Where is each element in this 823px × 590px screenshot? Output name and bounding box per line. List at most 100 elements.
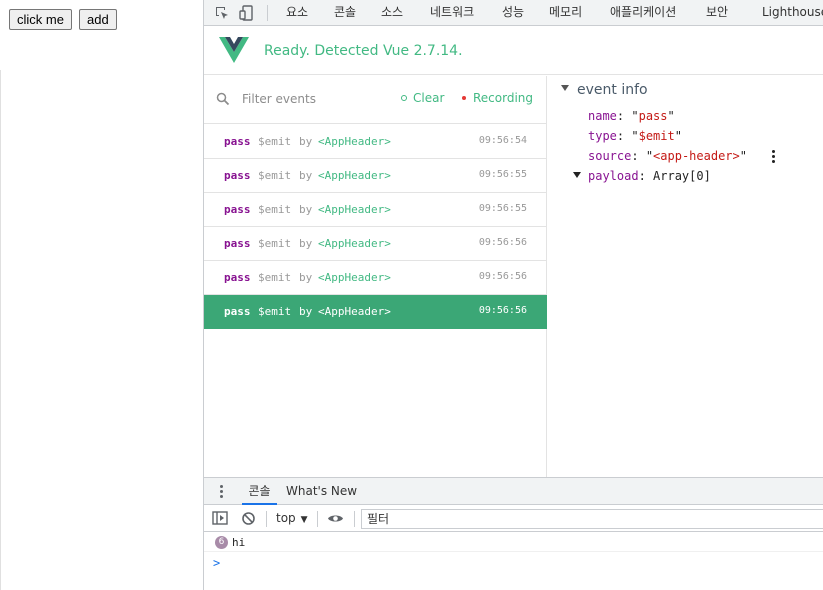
prop-name-value: pass [638, 109, 668, 123]
tab-performance[interactable]: 성능 [502, 0, 524, 26]
console-prompt-icon[interactable]: > [213, 556, 220, 570]
event-component: <AppHeader> [318, 135, 391, 148]
tab-security[interactable]: 보안 [706, 0, 728, 26]
event-name: pass [224, 305, 251, 318]
event-by: by [299, 305, 313, 318]
event-by: by [299, 237, 313, 250]
event-name: pass [224, 271, 251, 284]
tab-elements[interactable]: 요소 [286, 0, 308, 26]
event-by: by [299, 271, 313, 284]
prop-source: source: "<app-header>" [588, 149, 747, 163]
vue-logo-icon [219, 37, 249, 63]
event-component: <AppHeader> [318, 237, 391, 250]
event-time: 09:56:55 [478, 203, 527, 214]
console-toolbar: top ▼ 필터 [204, 506, 823, 532]
event-row[interactable]: pass $emit by <AppHeader> 09:56:55 [204, 159, 547, 193]
event-time: 09:56:55 [478, 169, 527, 180]
devtools-tabbar: 요소 콘솔 소스 네트워크 성능 메모리 애플리케이션 보안 Lighthous… [204, 0, 823, 26]
event-time: 09:56:56 [478, 237, 527, 248]
tab-application[interactable]: 애플리케이션 [610, 0, 676, 26]
event-type: $emit [258, 271, 292, 284]
recording-toggle[interactable]: Recording [462, 91, 533, 105]
events-pane: Clear Recording pass $emit by <AppHeader> 09… [204, 76, 547, 477]
toolbar-separator [317, 511, 318, 527]
prop-payload-value: Array[0] [653, 169, 711, 183]
prop-source-key: source [588, 149, 632, 163]
drawer-tabbar: 콘솔 What's New [204, 478, 823, 505]
event-row[interactable]: pass $emit by <AppHeader> 09:56:54 [204, 125, 547, 159]
prop-name: name: "pass" [588, 109, 675, 123]
device-toolbar-icon[interactable] [238, 4, 256, 22]
page-area: click me add [0, 0, 203, 590]
eye-icon[interactable] [327, 513, 344, 524]
repeat-count-badge: 6 [215, 536, 228, 549]
event-by: by [299, 169, 313, 182]
prop-type-value: $emit [638, 129, 675, 143]
clear-button[interactable]: Clear [401, 91, 444, 105]
event-time: 09:56:56 [478, 271, 527, 282]
console-log-text: hi [232, 536, 246, 549]
drawer-menu-icon[interactable] [220, 485, 223, 499]
prop-payload-key: payload [588, 169, 639, 183]
event-time: 09:56:54 [478, 135, 527, 146]
event-row[interactable]: pass $emit by <AppHeader> 09:56:56 [204, 227, 547, 261]
clear-label: Clear [413, 91, 445, 105]
event-time: 09:56:56 [478, 305, 527, 316]
expand-triangle-icon [561, 85, 569, 91]
clear-icon [401, 94, 407, 101]
event-component: <AppHeader> [318, 169, 391, 182]
event-info-title: event info [577, 82, 648, 98]
devtools-panel: 요소 콘솔 소스 네트워크 성능 메모리 애플리케이션 보안 Lighthous… [203, 0, 823, 590]
click-me-button[interactable]: click me [9, 9, 72, 30]
console-log-row: 6 hi [204, 533, 823, 552]
event-type: $emit [258, 237, 292, 250]
event-component: <AppHeader> [318, 271, 391, 284]
toolbar-separator [266, 511, 267, 527]
prop-name-key: name [588, 109, 617, 123]
filter-events-input[interactable] [242, 90, 392, 108]
console-filter-input[interactable]: 필터 [361, 509, 823, 529]
add-button[interactable]: add [79, 9, 117, 30]
payload-expand-icon [573, 171, 581, 178]
recording-label: Recording [473, 91, 534, 105]
event-type: $emit [258, 203, 292, 216]
prop-type: type: "$emit" [588, 129, 682, 143]
dropdown-arrow-icon: ▼ [300, 515, 308, 525]
context-selector[interactable]: top ▼ [276, 511, 308, 525]
event-info-header[interactable]: event info [561, 82, 648, 98]
event-name: pass [224, 135, 251, 148]
events-filter-bar: Clear Recording [204, 76, 547, 124]
sidebar-toggle-icon[interactable] [212, 511, 228, 525]
event-type: $emit [258, 135, 292, 148]
tab-lighthouse[interactable]: Lighthouse [762, 0, 823, 26]
inspect-element-icon[interactable] [213, 4, 231, 22]
console-drawer: 콘솔 What's New top ▼ 필터 6 hi > [204, 477, 823, 590]
event-row[interactable]: pass $emit by <AppHeader> 09:56:56 [204, 261, 547, 295]
search-icon [216, 92, 230, 106]
tab-network[interactable]: 네트워크 [430, 0, 474, 26]
event-name: pass [224, 169, 251, 182]
event-by: by [299, 135, 313, 148]
drawer-tab-whats-new[interactable]: What's New [286, 478, 357, 505]
event-type: $emit [258, 169, 292, 182]
page-divider [0, 70, 1, 590]
clear-console-icon[interactable] [241, 511, 256, 526]
tab-memory[interactable]: 메모리 [549, 0, 582, 26]
event-name: pass [224, 237, 251, 250]
vue-header: Ready. Detected Vue 2.7.14. [204, 27, 823, 75]
event-component: <AppHeader> [318, 305, 391, 318]
prop-payload[interactable]: payload: Array[0] [573, 169, 711, 183]
event-row[interactable]: pass $emit by <AppHeader> 09:56:55 [204, 193, 547, 227]
drawer-tab-console[interactable]: 콘솔 [242, 478, 277, 505]
tab-sources[interactable]: 소스 [381, 0, 403, 26]
recording-dot-icon [462, 95, 466, 100]
tabbar-separator [267, 5, 268, 21]
more-options-icon[interactable] [772, 150, 776, 164]
toolbar-separator [354, 511, 355, 527]
event-name: pass [224, 203, 251, 216]
tab-console[interactable]: 콘솔 [334, 0, 356, 26]
event-inspector: event info name: "pass" type: "$emit" so… [548, 76, 823, 477]
event-row[interactable]: pass $emit by <AppHeader> 09:56:56 [204, 295, 547, 329]
vue-status-text: Ready. Detected Vue 2.7.14. [264, 43, 463, 59]
event-type: $emit [258, 305, 292, 318]
